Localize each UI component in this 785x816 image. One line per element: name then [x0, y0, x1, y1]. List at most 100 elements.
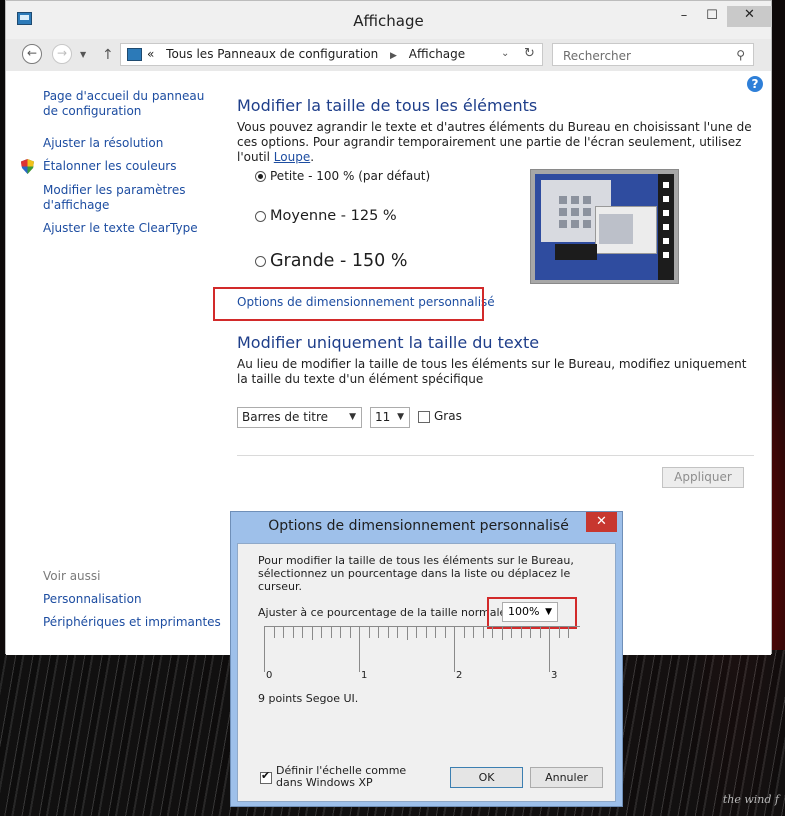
- sidebar-resolution-link[interactable]: Ajuster la résolution: [43, 136, 163, 151]
- ruler-tick: [549, 626, 550, 672]
- minimize-button[interactable]: –: [671, 7, 697, 27]
- title-bar[interactable]: Affichage – ☐ ✕: [6, 1, 772, 39]
- ruler-tick: [502, 626, 503, 640]
- navigation-bar: ← → ▼ ↑ « Tous les Panneaux de configura…: [6, 39, 771, 71]
- dialog-close-button[interactable]: ✕: [586, 512, 617, 532]
- control-panel-icon: [127, 48, 142, 61]
- ruler-tick: [302, 626, 303, 638]
- text-size-heading: Modifier uniquement la taille du texte: [237, 333, 540, 352]
- radio-medium-button[interactable]: [255, 210, 266, 222]
- sidebar-devices-link[interactable]: Périphériques et imprimantes: [43, 615, 221, 630]
- ruler-tick: [388, 626, 389, 638]
- ok-button[interactable]: OK: [450, 767, 523, 788]
- ruler-label: 1: [361, 670, 368, 681]
- scale-ruler[interactable]: 0 1 2 3: [264, 626, 580, 682]
- font-info-text: 9 points Segoe UI.: [258, 692, 359, 705]
- chevron-down-icon: ▼: [349, 412, 356, 422]
- window-title: Affichage: [353, 12, 424, 30]
- ruler-tick: [540, 626, 541, 638]
- sidebar-calibrate-link[interactable]: Étalonner les couleurs: [43, 159, 177, 174]
- breadcrumb-all-panels[interactable]: Tous les Panneaux de configuration: [166, 47, 378, 61]
- ruler-label: 3: [551, 670, 558, 681]
- radio-small-option[interactable]: Petite - 100 % (par défaut): [255, 169, 430, 183]
- ruler-tick: [445, 626, 446, 638]
- ruler-tick: [331, 626, 332, 638]
- dialog-title: Options de dimensionnement personnalisé: [268, 518, 569, 534]
- custom-scaling-dialog: Options de dimensionnement personnalisé …: [230, 511, 623, 807]
- divider: [237, 455, 754, 456]
- sidebar-display-settings-link[interactable]: Modifier les paramètres d'affichage: [43, 183, 193, 213]
- wallpaper-text: the wind f: [722, 793, 779, 806]
- radio-large-button[interactable]: [255, 255, 266, 267]
- bold-checkbox[interactable]: [418, 410, 430, 423]
- address-history-chevron-icon[interactable]: ⌄: [501, 48, 509, 59]
- ruler-label: 2: [456, 670, 463, 681]
- radio-large-label: Grande - 150 %: [270, 251, 408, 271]
- back-button[interactable]: ←: [22, 44, 42, 64]
- cancel-button[interactable]: Annuler: [530, 767, 603, 788]
- ruler-tick: [369, 626, 370, 638]
- ruler-tick: [464, 626, 465, 638]
- breadcrumb-separator-icon[interactable]: ▶: [390, 51, 397, 61]
- dialog-body: Pour modifier la taille de tous les élém…: [237, 543, 616, 802]
- loupe-link[interactable]: Loupe: [274, 150, 310, 164]
- change-size-description-text: Vous pouvez agrandir le texte et d'autre…: [237, 120, 752, 164]
- font-size-select-value: 11: [375, 410, 391, 424]
- radio-medium-option[interactable]: Moyenne - 125 %: [255, 208, 397, 224]
- chevron-down-icon: ▼: [397, 412, 404, 422]
- radio-large-option[interactable]: Grande - 150 %: [255, 251, 407, 271]
- ruler-tick: [293, 626, 294, 638]
- ruler-tick: [274, 626, 275, 638]
- text-size-description: Au lieu de modifier la taille de tous le…: [237, 357, 747, 386]
- sidebar-personalization-link[interactable]: Personnalisation: [43, 592, 142, 607]
- radio-small-label: Petite - 100 % (par défaut): [270, 169, 431, 183]
- maximize-button[interactable]: ☐: [699, 7, 725, 27]
- ruler-tick: [435, 626, 436, 638]
- ruler-tick: [492, 626, 493, 638]
- ruler-tick: [312, 626, 313, 640]
- address-bar[interactable]: « Tous les Panneaux de configuration ▶ A…: [120, 43, 543, 66]
- ruler-tick: [568, 626, 569, 638]
- dialog-instructions: Pour modifier la taille de tous les élém…: [258, 554, 574, 593]
- ruler-tick: [483, 626, 484, 638]
- up-button[interactable]: ↑: [102, 47, 114, 63]
- bold-label: Gras: [434, 409, 462, 423]
- ruler-tick: [407, 626, 408, 640]
- breadcrumb-overflow[interactable]: «: [147, 47, 154, 61]
- search-box[interactable]: ⚲: [552, 43, 754, 66]
- recent-locations-chevron-icon[interactable]: ▼: [80, 50, 86, 59]
- ruler-tick: [321, 626, 322, 638]
- refresh-icon[interactable]: ↻: [524, 46, 535, 61]
- ruler-tick: [559, 626, 560, 638]
- search-input[interactable]: [561, 48, 725, 64]
- change-size-heading: Modifier la taille de tous les éléments: [237, 96, 538, 115]
- close-button[interactable]: ✕: [727, 6, 772, 27]
- element-select[interactable]: Barres de titre ▼: [237, 407, 362, 428]
- scaling-preview-image: [530, 169, 679, 284]
- help-icon[interactable]: ?: [747, 76, 763, 92]
- ruler-tick: [530, 626, 531, 638]
- sidebar-cleartype-link[interactable]: Ajuster le texte ClearType: [43, 221, 198, 236]
- change-size-description-end: .: [310, 150, 315, 164]
- ruler-tick: [416, 626, 417, 638]
- shield-icon: [21, 159, 34, 174]
- forward-button[interactable]: →: [52, 44, 72, 64]
- winxp-scaling-label: Définir l'échelle comme dans Windows XP: [276, 764, 407, 789]
- search-icon[interactable]: ⚲: [736, 48, 745, 62]
- radio-small-button[interactable]: [255, 171, 266, 182]
- sidebar-home-link[interactable]: Page d'accueil du panneau de configurati…: [43, 89, 213, 119]
- ruler-tick: [340, 626, 341, 638]
- apply-button[interactable]: Appliquer: [662, 467, 744, 488]
- ruler-tick: [454, 626, 455, 672]
- breadcrumb-display[interactable]: Affichage: [409, 47, 465, 61]
- ruler-tick: [283, 626, 284, 638]
- font-size-select[interactable]: 11 ▼: [370, 407, 410, 428]
- breadcrumb: « Tous les Panneaux de configuration ▶ A…: [147, 47, 473, 61]
- bold-option[interactable]: Gras: [418, 409, 462, 423]
- ruler-tick: [378, 626, 379, 638]
- winxp-scaling-checkbox[interactable]: [260, 770, 272, 784]
- change-size-description: Vous pouvez agrandir le texte et d'autre…: [237, 120, 757, 165]
- scale-percentage-label: Ajuster à ce pourcentage de la taille no…: [258, 606, 514, 619]
- ruler-tick: [397, 626, 398, 638]
- element-select-value: Barres de titre: [242, 410, 329, 424]
